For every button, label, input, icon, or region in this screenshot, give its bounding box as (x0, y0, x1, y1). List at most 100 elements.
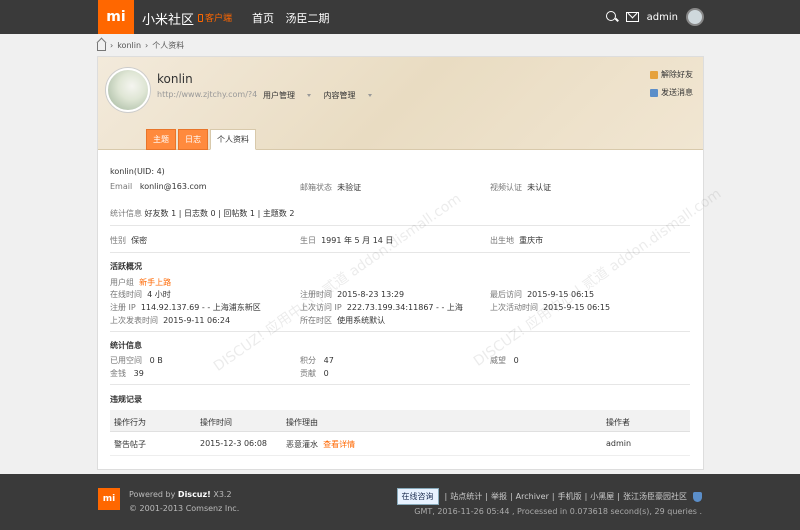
link-archiver[interactable]: Archiver (516, 492, 549, 501)
top-right-tools: admin (605, 8, 704, 26)
content-manage-menu[interactable]: 内容管理 (324, 91, 372, 100)
sep: | (617, 492, 620, 501)
site-logo[interactable]: mi (98, 0, 134, 34)
footer: mi Powered by Discuz! X3.2 © 2001-2013 C… (0, 474, 800, 530)
content-manage-label: 内容管理 (323, 91, 356, 100)
breadcrumb-page: 个人资料 (152, 41, 185, 50)
uid-line: konlin(UID: 4) (110, 167, 165, 176)
reg-ip-value: 114.92.137.69 - - 上海浦东新区 (140, 303, 261, 312)
message-icon (650, 88, 658, 97)
profile-actions: 解除好友 发送消息 (650, 69, 693, 105)
link-community[interactable]: 张江汤臣豪园社区 (623, 491, 687, 502)
friend-icon (650, 70, 658, 79)
blog-count[interactable]: 日志数 0 (184, 209, 216, 218)
thread-count[interactable]: 主题数 2 (263, 209, 295, 218)
group-value[interactable]: 新手上路 (139, 278, 171, 287)
points-label: 积分 (300, 356, 316, 365)
footer-links: 在线咨询 | 站点统计 | 举报 | Archiver | 手机版 | 小黑屋 … (396, 488, 702, 505)
birthplace-row: 出生地 重庆市 (490, 235, 543, 246)
activity-title: 活跃概况 (110, 262, 142, 271)
view-details-link[interactable]: 查看详情 (323, 440, 355, 449)
processing-stats: GMT, 2016-11-26 05:44 , Processed in 0.0… (414, 507, 702, 516)
prestige-value: 0 (513, 356, 519, 365)
search-icon[interactable] (605, 11, 618, 23)
header-action: 操作行为 (114, 418, 146, 427)
mail-icon[interactable] (625, 12, 639, 22)
row-action: 警告帖子 (114, 440, 146, 449)
video-status-row: 视频认证 未认证 (490, 182, 551, 193)
sep: | (509, 492, 513, 501)
contrib-label: 贡献 (300, 369, 316, 378)
video-value: 未认证 (527, 183, 552, 192)
timezone-row: 所在时区 使用系统默认 (300, 315, 385, 326)
sep: | (485, 492, 488, 501)
group-label: 用户组 (110, 278, 134, 287)
profile-url[interactable]: http://www.zjtchy.com/?4 (157, 90, 257, 99)
breadcrumb-user[interactable]: konlin (117, 41, 141, 50)
mail-status-row: 邮箱状态 未验证 (300, 182, 361, 193)
profile-header: konlin http://www.zjtchy.com/?4 用户管理 内容管… (98, 57, 703, 150)
tab-blog[interactable]: 日志 (178, 129, 208, 150)
divider (110, 331, 690, 332)
link-blackroom[interactable]: 小黑屋 (590, 491, 614, 502)
send-message-button[interactable]: 发送消息 (650, 87, 693, 98)
space-label: 已用空间 (110, 356, 142, 365)
last-ip-value: 222.73.199.34:11867 - - 上海 (346, 303, 463, 312)
email-label: Email (110, 182, 133, 191)
phone-icon (198, 14, 203, 22)
row-time: 2015-12-3 06:08 (200, 439, 267, 448)
gender-label: 性别 (110, 236, 126, 245)
row-reason-text: 恶意灌水 (286, 440, 318, 449)
shield-icon (693, 491, 702, 502)
profile-avatar[interactable] (106, 68, 150, 112)
friend-count[interactable]: 好友数 1 (145, 209, 177, 218)
powered-brand[interactable]: Discuz! (178, 490, 211, 499)
reply-count[interactable]: 回帖数 1 (223, 209, 255, 218)
tab-threads[interactable]: 主题 (146, 129, 176, 150)
last-post-row: 上次发表时间 2015-9-11 06:24 (110, 315, 230, 326)
user-manage-menu[interactable]: 用户管理 (263, 91, 311, 100)
online-label: 在线时间 (110, 290, 142, 299)
last-ip-row: 上次访问 IP 222.73.199.34:11867 - - 上海 (300, 302, 463, 313)
tab-profile[interactable]: 个人资料 (210, 129, 256, 150)
remove-friend-button[interactable]: 解除好友 (650, 69, 693, 80)
link-report[interactable]: 举报 (491, 491, 507, 502)
avatar[interactable] (686, 8, 704, 26)
profile-name: konlin (157, 72, 193, 86)
link-stats[interactable]: 站点统计 (450, 491, 482, 502)
header-operator: 操作者 (606, 418, 630, 427)
nav-home[interactable]: 首页 (252, 12, 274, 25)
row-reason: 恶意灌水 查看详情 (286, 439, 355, 450)
breadcrumb: › konlin › 个人资料 (97, 40, 184, 51)
online-consult-button[interactable]: 在线咨询 (396, 488, 439, 505)
client-link[interactable]: 客户端 (198, 11, 232, 24)
powered-version: X3.2 (213, 490, 232, 499)
profile-tabs: 主题 日志 个人资料 (146, 129, 256, 150)
email-row: Email konlin@163.com (110, 182, 207, 191)
timezone-value: 使用系统默认 (337, 316, 386, 325)
timezone-label: 所在时区 (300, 316, 332, 325)
table-header: 操作行为 操作时间 操作理由 操作者 (110, 410, 690, 432)
nav-community[interactable]: 汤臣二期 (286, 12, 330, 25)
copyright[interactable]: © 2001-2013 Comsenz Inc. (129, 504, 239, 513)
footer-logo[interactable]: mi (98, 488, 120, 510)
current-user[interactable]: admin (647, 12, 678, 23)
send-message-label: 发送消息 (661, 88, 693, 97)
profile-menu: 用户管理 内容管理 (263, 90, 382, 101)
link-mobile[interactable]: 手机版 (558, 491, 582, 502)
breadcrumb-sep: › (145, 41, 149, 50)
user-manage-label: 用户管理 (263, 91, 295, 100)
main-nav: 首页 汤臣二期 (252, 10, 338, 26)
client-label: 客户端 (205, 14, 233, 24)
points-value: 47 (323, 356, 334, 365)
divider (110, 252, 690, 253)
last-post-value: 2015-9-11 06:24 (163, 316, 231, 325)
reg-time-value: 2015-8-23 13:29 (337, 290, 405, 299)
home-icon[interactable] (97, 42, 106, 51)
stats-row: 统计信息 好友数 1 | 日志数 0 | 回帖数 1 | 主题数 2 (110, 209, 295, 218)
remove-friend-label: 解除好友 (661, 70, 693, 79)
powered-by: Powered by Discuz! X3.2 (129, 490, 232, 499)
site-name[interactable]: 小米社区 (142, 9, 194, 28)
violations-title: 违规记录 (110, 395, 142, 404)
space-value: 0 B (149, 356, 163, 365)
